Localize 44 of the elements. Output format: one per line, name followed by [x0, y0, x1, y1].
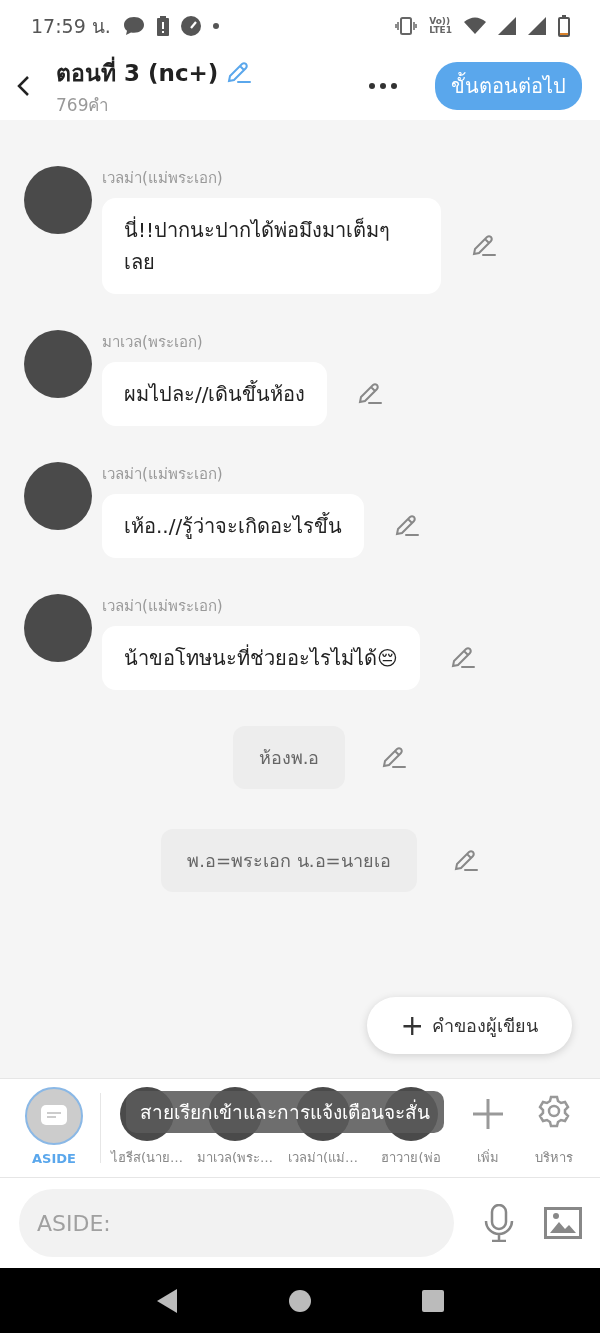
next-step-button[interactable]: ขั้นตอนต่อไป [435, 62, 582, 110]
volte-indicator: Vo)) LTE1 [429, 17, 452, 35]
edit-icon[interactable] [452, 848, 479, 873]
word-count: 769คำ [56, 93, 111, 117]
recents-icon[interactable] [421, 1288, 446, 1313]
character-name: มาเวล(พระเอก) [102, 332, 204, 353]
edit-icon[interactable] [471, 234, 497, 258]
character-name: เวลม่า(แม่พระเอก) [102, 168, 224, 189]
character-tab[interactable]: ASIDE [12, 1087, 96, 1166]
wifi-icon [464, 17, 486, 35]
image-icon[interactable] [544, 1207, 582, 1239]
vibrate-icon [395, 17, 418, 35]
narration-bubble[interactable]: ห้องพ.อ [232, 726, 346, 789]
plus-icon [473, 1099, 503, 1129]
battery-icon [558, 15, 570, 37]
notification-toast: สายเรียกเข้าและการแจ้งเตือนจะสั่น [126, 1091, 444, 1133]
message-bubble[interactable]: ผมไปละ//เดินขึ้นห้อง [102, 362, 328, 426]
narration-bubble[interactable]: พ.อ=พระเอก น.อ=นายเอ [161, 829, 417, 892]
clock-time: 17:59 น. [31, 14, 111, 39]
edit-icon[interactable] [226, 60, 253, 85]
character-tab[interactable]: บริหาร [523, 1087, 585, 1168]
edit-icon[interactable] [449, 646, 476, 670]
character-tab[interactable]: เพิ่ม [457, 1087, 519, 1168]
edit-icon[interactable] [381, 745, 408, 770]
signal-icon [498, 17, 516, 35]
character-name: เวลม่า(แม่พระเอก) [102, 464, 224, 485]
edit-icon[interactable] [394, 514, 421, 538]
character-name: เวลม่า(แม่พระเอก) [102, 596, 224, 617]
chat-bubble-icon [122, 16, 145, 36]
home-icon[interactable] [288, 1288, 312, 1313]
battery-alert-icon [156, 16, 169, 36]
message-bubble[interactable]: นี่!!ปากนะปากได้พ่อมึงมาเต็มๆเลย [102, 198, 441, 294]
back-icon[interactable] [16, 75, 30, 97]
message-bubble[interactable]: เห้อ..//รู้ว่าจะเกิดอะไรขึ้น [102, 494, 365, 558]
message-input[interactable]: ASIDE: [19, 1189, 454, 1257]
gauge-icon [180, 16, 201, 36]
edit-icon[interactable] [357, 382, 384, 406]
aside-icon [25, 1087, 83, 1145]
chapter-title: ตอนที่ 3 (nc+) [56, 54, 219, 91]
signal-icon [528, 17, 546, 35]
message-bubble[interactable]: น้าขอโทษนะที่ช่วยอะไรไม่ได้😔 [102, 626, 420, 690]
microphone-icon[interactable] [484, 1204, 514, 1242]
dot-icon [212, 23, 219, 29]
author-note-button[interactable]: + คำของผู้เขียน [366, 997, 572, 1054]
